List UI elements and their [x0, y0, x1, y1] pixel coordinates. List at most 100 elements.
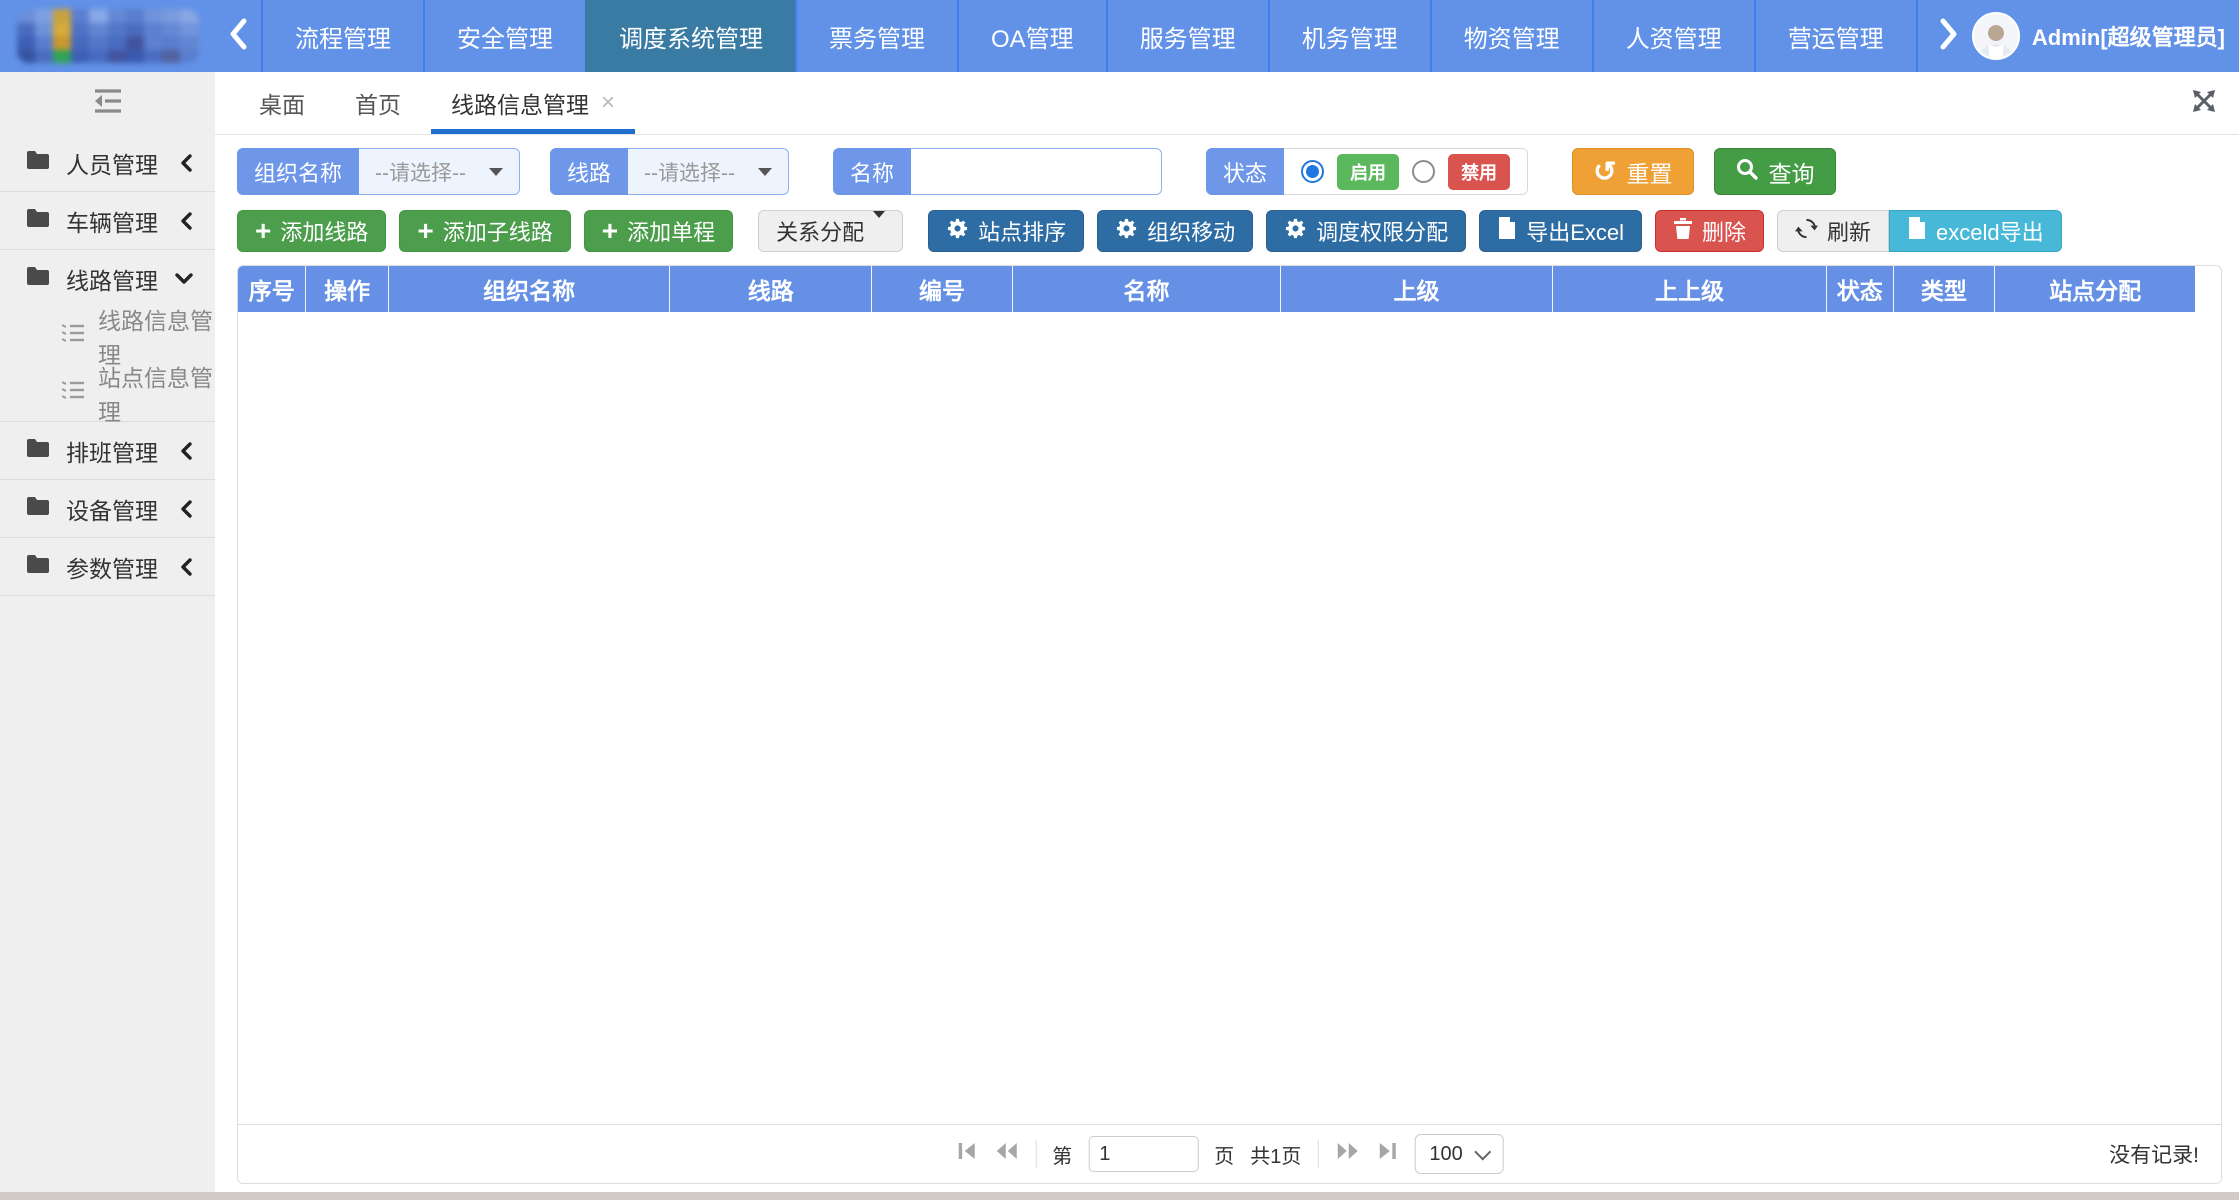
column-header-4: 线路 — [670, 266, 872, 312]
last-page-icon — [1376, 1141, 1398, 1167]
page-prefix-label: 第 — [1052, 1140, 1072, 1169]
status-label: 状态 — [1206, 148, 1284, 195]
nav-item-11[interactable]: 汽修 — [1916, 0, 1926, 72]
tab-3[interactable]: 线路信息管理× — [431, 72, 635, 134]
data-table: 序号操作组织名称线路编号名称上级上上级状态类型站点分配 第 — [237, 265, 2222, 1184]
nav-item-4[interactable]: 票务管理 — [795, 0, 957, 72]
sidebar-subitem-3-1[interactable]: 线路信息管理 — [0, 307, 215, 364]
toolbar-button-11[interactable]: exceld导出 — [1889, 210, 2062, 252]
filter-name-group: 名称 — [833, 148, 1162, 195]
next-page-button[interactable] — [1334, 1141, 1360, 1167]
sidebar-item-4[interactable]: 排班管理 — [0, 422, 215, 479]
toolbar-button-6[interactable]: 组织移动 — [1097, 210, 1253, 252]
toolbar-button-8[interactable]: 导出Excel — [1479, 210, 1642, 252]
enabled-badge[interactable]: 启用 — [1337, 154, 1399, 190]
pagination-controls: 第 页 共1页 100 — [955, 1134, 1504, 1174]
caret-down-icon — [758, 168, 772, 176]
toolbar-button-3[interactable]: +添加单程 — [584, 210, 733, 252]
nav-item-1[interactable]: 流程管理 — [261, 0, 423, 72]
chevron-left-icon — [179, 442, 193, 460]
org-select[interactable]: --请选择-- — [359, 148, 520, 195]
toolbar-button-label: 删除 — [1702, 215, 1746, 247]
page-body: 组织名称 --请选择-- 线路 --请选择-- — [215, 135, 2239, 1192]
first-page-icon — [955, 1141, 977, 1167]
reset-button-label: 重置 — [1627, 155, 1673, 189]
fullscreen-button[interactable] — [2191, 72, 2229, 134]
toolbar-button-label: 调度权限分配 — [1316, 215, 1448, 247]
toolbar-button-4[interactable]: 关系分配 — [758, 210, 903, 252]
folder-icon — [26, 149, 50, 176]
tab-2[interactable]: 首页 — [335, 72, 421, 134]
caret-down-icon — [873, 218, 885, 244]
toolbar-button-label: 添加子线路 — [443, 215, 553, 247]
sidebar-item-1[interactable]: 人员管理 — [0, 134, 215, 191]
name-input[interactable] — [911, 149, 1161, 194]
prev-page-button[interactable] — [993, 1141, 1019, 1167]
toolbar-button-1[interactable]: +添加线路 — [237, 210, 386, 252]
table-body — [238, 312, 2221, 1124]
sidebar-item-label: 设备管理 — [66, 492, 158, 526]
nav-scroll-right-button[interactable] — [1926, 0, 1972, 72]
pagination-bar: 第 页 共1页 100 — [238, 1124, 2221, 1183]
toolbar-button-7[interactable]: 调度权限分配 — [1266, 210, 1466, 252]
disabled-badge[interactable]: 禁用 — [1448, 154, 1510, 190]
sidebar-subitem-label: 站点信息管理 — [98, 359, 215, 427]
reset-button[interactable]: ↺ 重置 — [1572, 148, 1693, 195]
line-select[interactable]: --请选择-- — [628, 148, 789, 195]
radio-enabled[interactable] — [1301, 160, 1324, 183]
chevron-down-icon — [175, 272, 193, 286]
toolbar-button-10[interactable]: 刷新 — [1777, 210, 1889, 252]
nav-item-10[interactable]: 营运管理 — [1754, 0, 1916, 72]
total-pages-label: 共1页 — [1250, 1140, 1301, 1169]
radio-disabled[interactable] — [1412, 160, 1435, 183]
page-suffix-label: 页 — [1214, 1140, 1234, 1169]
fullscreen-icon — [2191, 88, 2217, 119]
file-export-icon — [1497, 216, 1517, 246]
first-page-button[interactable] — [955, 1141, 977, 1167]
trash-icon — [1673, 217, 1693, 246]
sidebar-subitem-3-2[interactable]: 站点信息管理 — [0, 364, 215, 421]
page-number-input[interactable] — [1088, 1136, 1198, 1172]
tab-bar: 桌面首页线路信息管理× — [215, 72, 2239, 135]
sidebar-item-label: 人员管理 — [66, 146, 158, 180]
toolbar-button-2[interactable]: +添加子线路 — [399, 210, 570, 252]
last-page-button[interactable] — [1376, 1141, 1398, 1167]
chevron-left-icon — [179, 558, 193, 576]
sidebar-collapse-button[interactable] — [0, 72, 215, 134]
sidebar-group-4: 排班管理 — [0, 422, 215, 480]
line-select-value: --请选择-- — [644, 157, 735, 187]
prev-page-icon — [993, 1141, 1019, 1167]
close-icon[interactable]: × — [601, 91, 615, 115]
content-area: 桌面首页线路信息管理× 组织名称 --请选择-- — [215, 72, 2239, 1192]
nav-scroll-left-button[interactable] — [215, 0, 261, 72]
undo-icon: ↺ — [1593, 158, 1616, 186]
sidebar-item-3[interactable]: 线路管理 — [0, 250, 215, 307]
page-size-select[interactable]: 100 — [1414, 1134, 1503, 1174]
toolbar-button-9[interactable]: 删除 — [1655, 210, 1764, 252]
gear-icon — [946, 217, 969, 246]
nav-item-5[interactable]: OA管理 — [957, 0, 1106, 72]
toolbar-button-5[interactable]: 站点排序 — [928, 210, 1084, 252]
sidebar-item-5[interactable]: 设备管理 — [0, 480, 215, 537]
chevron-left-icon — [179, 500, 193, 518]
sidebar-item-6[interactable]: 参数管理 — [0, 538, 215, 595]
user-menu[interactable]: Admin[超级管理员] — [1972, 0, 2239, 72]
tab-1[interactable]: 桌面 — [239, 72, 325, 134]
plus-icon: + — [602, 217, 618, 246]
search-button[interactable]: 查询 — [1714, 148, 1836, 195]
nav-item-8[interactable]: 物资管理 — [1430, 0, 1592, 72]
sidebar-item-label: 参数管理 — [66, 550, 158, 584]
sidebar-menu: 人员管理车辆管理线路管理线路信息管理站点信息管理排班管理设备管理参数管理 — [0, 134, 215, 1192]
column-header-10: 类型 — [1894, 266, 1996, 312]
sidebar-item-2[interactable]: 车辆管理 — [0, 192, 215, 249]
nav-item-9[interactable]: 人资管理 — [1592, 0, 1754, 72]
next-page-icon — [1334, 1141, 1360, 1167]
filter-line-group: 线路 --请选择-- — [550, 148, 789, 195]
column-header-6: 名称 — [1013, 266, 1281, 312]
nav-item-3[interactable]: 调度系统管理 — [585, 0, 795, 72]
username-label: Admin[超级管理员] — [2032, 20, 2225, 52]
nav-item-6[interactable]: 服务管理 — [1106, 0, 1268, 72]
nav-item-2[interactable]: 安全管理 — [423, 0, 585, 72]
plus-icon: + — [255, 217, 271, 246]
nav-item-7[interactable]: 机务管理 — [1268, 0, 1430, 72]
